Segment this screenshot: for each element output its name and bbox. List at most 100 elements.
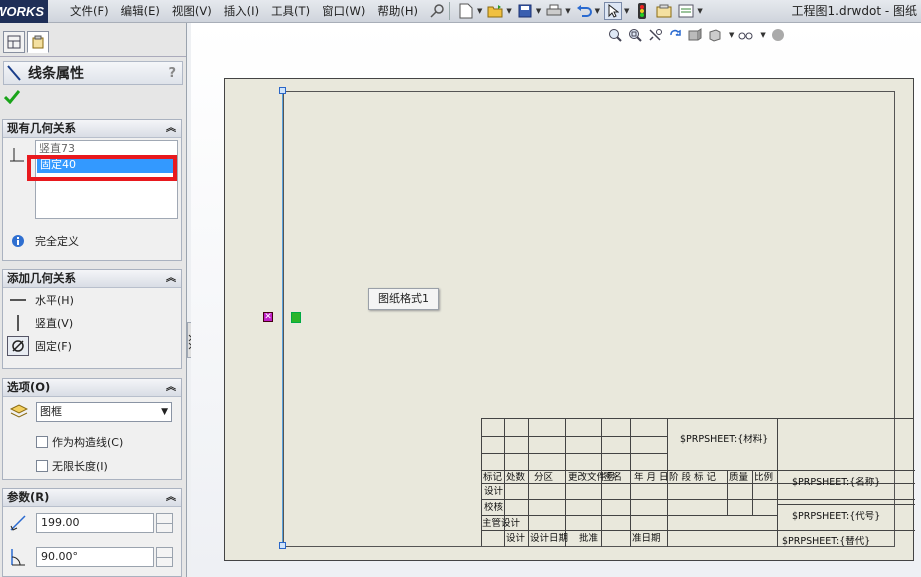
properties-icon[interactable] — [677, 2, 695, 20]
collapse-icon[interactable]: ︽ — [166, 489, 176, 506]
part-name-field: $PRPSHEET:{名称} — [792, 477, 881, 488]
zoom-area-icon[interactable] — [627, 27, 643, 43]
fixed-relation-marker[interactable]: ✕ — [263, 312, 273, 322]
menu-insert[interactable]: 插入(I) — [218, 0, 265, 23]
infinite-length-checkbox[interactable]: 无限长度(I) — [36, 458, 108, 474]
dropdown-arrow-icon: ▼ — [161, 407, 168, 417]
add-horizontal-button[interactable]: 水平(H) — [3, 288, 181, 311]
toolbar-separator — [449, 2, 451, 20]
previous-view-icon[interactable] — [647, 27, 663, 43]
existing-relations-title: 现有几何关系 — [7, 121, 76, 135]
chevron-down-icon[interactable]: ▼ — [477, 7, 482, 15]
appearance-icon[interactable] — [770, 27, 786, 43]
save-icon[interactable] — [516, 2, 534, 20]
design-date-label: 设计日期 — [530, 533, 569, 544]
construction-checkbox[interactable]: 作为构造线(C) — [36, 434, 123, 450]
help-button[interactable]: ? — [168, 66, 176, 81]
header-mark: 标记 — [483, 472, 503, 483]
add-relations-header[interactable]: 添加几何关系 ︽ — [3, 270, 181, 288]
drawing-canvas[interactable]: ▼ ▼ ✕ 图纸格式1 $PRPSHEET:{材料} $PRPSHEET:{名称… — [191, 23, 921, 577]
header-count: 处数 — [506, 472, 526, 483]
length-icon — [10, 515, 26, 531]
open-icon[interactable] — [486, 2, 504, 20]
zoom-to-fit-icon[interactable] — [607, 27, 623, 43]
header-zone: 分区 — [534, 472, 554, 483]
chevron-down-icon[interactable]: ▼ — [697, 7, 702, 15]
menu-window[interactable]: 窗口(W) — [316, 0, 371, 23]
collapse-icon[interactable]: ︽ — [166, 270, 176, 287]
select-arrow-icon[interactable] — [603, 2, 622, 20]
section-view-icon[interactable] — [687, 27, 703, 43]
menu-view[interactable]: 视图(V) — [166, 0, 218, 23]
layer-select[interactable]: 图框 ▼ — [36, 402, 172, 422]
layers-icon — [10, 404, 28, 418]
line-icon — [7, 65, 21, 81]
rebuild-icon[interactable] — [667, 27, 683, 43]
parameters-header[interactable]: 参数(R) ︽ — [3, 489, 181, 507]
window-title: 工程图1.drwdot - 图纸 — [791, 4, 917, 18]
collapse-icon[interactable]: ︽ — [166, 120, 176, 137]
main-menu: 文件(F) 编辑(E) 视图(V) 插入(I) 工具(T) 窗口(W) 帮助(H… — [64, 0, 424, 23]
relation-icon — [10, 148, 24, 162]
chevron-down-icon[interactable]: ▼ — [595, 7, 600, 15]
replace-field: $PRPSHEET:{替代} — [782, 536, 871, 547]
chevron-down-icon[interactable]: ▼ — [624, 7, 629, 15]
title-block: $PRPSHEET:{材料} $PRPSHEET:{名称} $PRPSHEET:… — [481, 418, 915, 547]
status-row: 完全定义 — [11, 233, 79, 249]
angle-input[interactable]: 90.00° — [36, 547, 154, 567]
header-sign: 签名 — [603, 472, 623, 483]
page-title: 线条属性 — [28, 66, 84, 82]
collapse-icon[interactable]: ︽ — [166, 379, 176, 396]
pushpin-icon[interactable] — [428, 2, 446, 20]
length-spinner[interactable] — [156, 513, 173, 533]
angle-spinner[interactable] — [156, 547, 173, 567]
add-fix-button[interactable]: 固定(F) — [3, 334, 181, 357]
line-endpoint-bottom[interactable] — [279, 542, 286, 549]
chief-design-label: 主管设计 — [482, 518, 521, 529]
chevron-down-icon[interactable]: ▼ — [729, 31, 734, 39]
construction-label: 作为构造线(C) — [52, 436, 124, 449]
check-label: 校核 — [484, 502, 504, 513]
undo-icon[interactable] — [575, 2, 593, 20]
print-icon[interactable] — [545, 2, 563, 20]
stage-mark-header: 阶 段 标 记 — [669, 472, 717, 483]
length-input[interactable]: 199.00 — [36, 513, 154, 533]
menu-edit[interactable]: 编辑(E) — [115, 0, 166, 23]
vertical-relation-marker[interactable] — [291, 312, 301, 323]
selected-sketch-line[interactable] — [282, 89, 283, 546]
existing-relations-group: 现有几何关系 ︽ 竖直73 固定40 完全定义 — [2, 119, 182, 261]
chevron-down-icon[interactable]: ▼ — [760, 31, 765, 39]
info-icon — [12, 235, 24, 247]
design-label-2: 设计 — [506, 533, 526, 544]
property-manager-panel: 线条属性 ? 现有几何关系 ︽ 竖直73 固定40 完全定义 添加几何关系 ︽ 水平… — [0, 23, 187, 577]
chevron-down-icon[interactable]: ▼ — [506, 7, 511, 15]
add-vertical-button[interactable]: 竖直(V) — [3, 311, 181, 334]
options-header[interactable]: 选项(O) ︽ — [3, 379, 181, 397]
angle-icon — [11, 549, 25, 566]
menu-help[interactable]: 帮助(H) — [371, 0, 424, 23]
existing-relations-header[interactable]: 现有几何关系 ︽ — [3, 120, 181, 138]
ok-button[interactable] — [3, 90, 21, 107]
options-icon[interactable] — [655, 2, 673, 20]
property-manager-tab[interactable] — [27, 31, 49, 53]
new-document-icon[interactable] — [457, 2, 475, 20]
traffic-light-icon[interactable] — [633, 2, 651, 20]
add-vertical-label: 竖直(V) — [35, 316, 74, 330]
checkbox-box[interactable] — [36, 460, 48, 472]
feature-manager-tab[interactable] — [3, 31, 25, 53]
design-label: 设计 — [484, 486, 504, 497]
property-sheet-icon — [32, 35, 44, 49]
hide-show-items-icon[interactable] — [738, 27, 754, 43]
app-logo: WORKS — [0, 0, 48, 23]
chevron-down-icon[interactable]: ▼ — [565, 7, 570, 15]
chevron-down-icon[interactable]: ▼ — [536, 7, 541, 15]
checkbox-box[interactable] — [36, 436, 48, 448]
menu-file[interactable]: 文件(F) — [64, 0, 115, 23]
sheet-format-tooltip: 图纸格式1 — [368, 288, 439, 310]
mass-header: 质量 — [729, 472, 749, 483]
view-orientation-icon[interactable] — [707, 27, 723, 43]
menu-tools[interactable]: 工具(T) — [265, 0, 316, 23]
line-endpoint-top[interactable] — [279, 87, 286, 94]
status-text: 完全定义 — [35, 235, 79, 248]
manager-tabs — [0, 23, 186, 57]
